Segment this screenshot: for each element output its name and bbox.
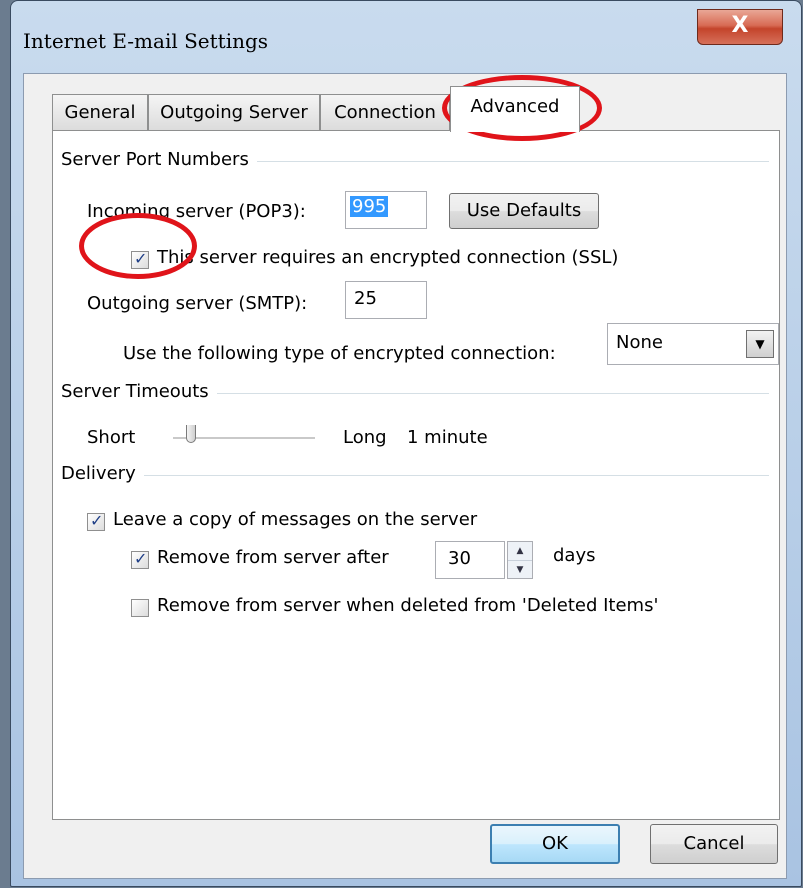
timeout-long-label: Long [343,427,387,448]
encryption-type-select[interactable]: None ▼ [607,323,779,365]
server-timeouts-heading: Server Timeouts [61,381,217,402]
days-spinner[interactable]: ▲ ▼ [507,541,533,579]
spin-up-icon[interactable]: ▲ [508,542,532,561]
outgoing-server-label: Outgoing server (SMTP): [87,293,308,314]
dialog-window: Internet E-mail Settings X General Outgo… [10,0,802,887]
days-label: days [553,545,596,566]
delivery-heading: Delivery [61,463,144,484]
title-bar[interactable]: Internet E-mail Settings X [11,1,801,73]
close-icon[interactable]: X [697,9,783,45]
encryption-type-value: None [616,332,663,353]
remove-deleted-label: Remove from server when deleted from 'De… [157,595,659,616]
checkmark-icon: ✓ [134,549,148,568]
remove-after-label: Remove from server after [157,547,389,568]
spin-down-icon[interactable]: ▼ [508,561,532,579]
timeout-value: 1 minute [407,427,488,448]
use-defaults-button[interactable]: Use Defaults [449,193,599,229]
checkmark-icon: ✓ [90,511,104,530]
tab-outgoing-server[interactable]: Outgoing Server [148,94,320,130]
chevron-down-icon[interactable]: ▼ [746,330,774,358]
remove-deleted-checkbox[interactable] [131,599,149,617]
group-divider [63,475,769,476]
dialog-body: General Outgoing Server Connection Advan… [23,73,787,879]
timeout-slider-thumb[interactable] [186,425,197,443]
remove-after-checkbox[interactable]: ✓ [131,549,149,569]
outgoing-port-input[interactable]: 25 [345,281,427,319]
incoming-port-input[interactable]: 995 [345,191,427,229]
tab-advanced[interactable]: Advanced [450,86,580,132]
tab-general[interactable]: General [52,94,148,130]
remove-after-days-input[interactable]: 30 [435,541,505,579]
annotation-circle-ssl [79,213,197,279]
ssl-label: This server requires an encrypted connec… [157,247,619,268]
cancel-button[interactable]: Cancel [650,824,778,864]
leave-copy-checkbox[interactable]: ✓ [87,511,105,531]
encryption-type-label: Use the following type of encrypted conn… [123,343,556,364]
ok-button[interactable]: OK [490,824,620,864]
window-title: Internet E-mail Settings [23,29,269,53]
incoming-port-value: 995 [350,196,389,217]
server-port-numbers-heading: Server Port Numbers [61,149,257,170]
timeout-short-label: Short [87,427,136,448]
tab-connection[interactable]: Connection [320,94,450,130]
leave-copy-label: Leave a copy of messages on the server [113,509,478,530]
